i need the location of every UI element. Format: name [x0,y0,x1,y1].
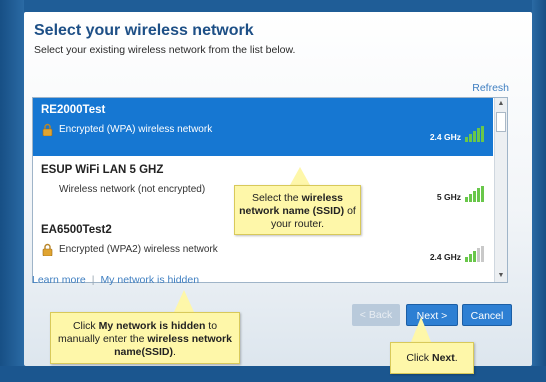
network-frequency: 5 GHz [436,192,461,202]
signal-strength-icon [465,186,485,202]
page-title: Select your wireless network [34,22,254,39]
callout-pointer [290,167,310,185]
network-name: EA6500Test2 [41,224,112,236]
learn-more-link[interactable]: Learn more [32,274,86,286]
signal-strength-icon [465,246,485,262]
hidden-network-callout: Click My network is hidden to manually e… [50,312,240,364]
ssid-callout: Select the wireless network name (SSID) … [234,185,361,235]
page-subtitle: Select your existing wireless network fr… [34,44,296,56]
bottom-links: Learn more | My network is hidden [32,274,199,286]
link-separator: | [91,274,95,286]
scroll-up-arrow-icon[interactable]: ▲ [495,98,507,110]
scrollbar-thumb[interactable] [496,112,506,132]
lock-icon [42,123,53,136]
back-button[interactable]: < Back [352,304,400,326]
next-callout: Click Next. [390,342,474,374]
window-frame-left [0,0,24,382]
callout-pointer [411,317,431,342]
lock-icon [42,243,53,256]
network-name: ESUP WiFi LAN 5 GHZ [41,164,164,176]
network-item-re2000test[interactable]: RE2000Test Encrypted (WPA) wireless netw… [33,98,493,156]
list-scrollbar[interactable]: ▲ ▼ [494,98,507,282]
signal-strength-icon [465,126,485,142]
window-frame-right [532,0,546,382]
network-hidden-link[interactable]: My network is hidden [100,274,199,286]
network-description: Encrypted (WPA2) wireless network [59,244,218,255]
network-description: Wireless network (not encrypted) [59,184,206,195]
scroll-down-arrow-icon[interactable]: ▼ [495,270,507,282]
cancel-button[interactable]: Cancel [462,304,512,326]
network-name: RE2000Test [41,104,106,116]
callout-pointer [174,290,194,312]
refresh-link[interactable]: Refresh [472,82,509,94]
network-frequency: 2.4 GHz [429,252,461,262]
network-description: Encrypted (WPA) wireless network [59,124,213,135]
network-frequency: 2.4 GHz [429,132,461,142]
